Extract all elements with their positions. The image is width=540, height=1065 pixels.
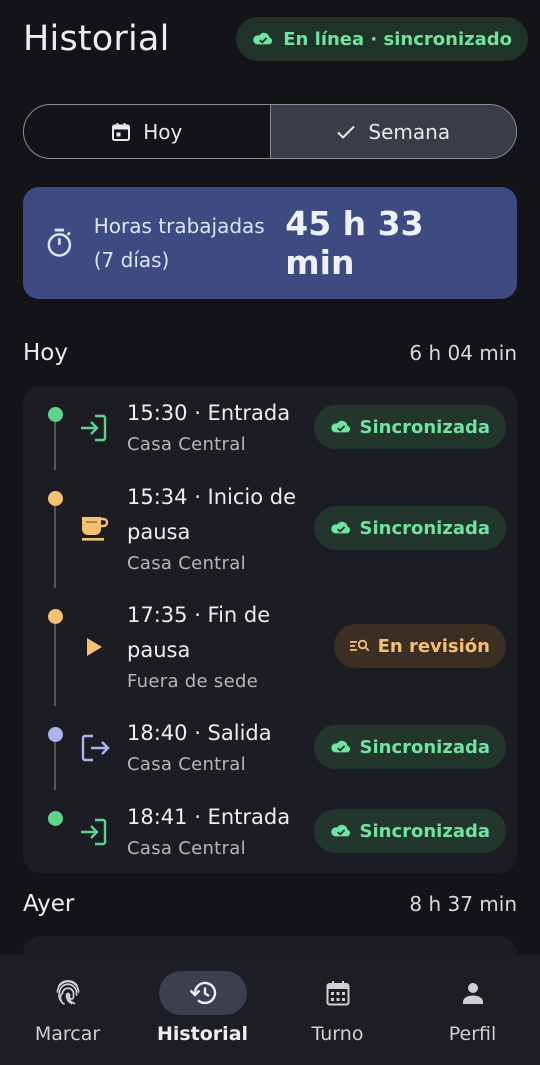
list-item[interactable]: 17:35 · Fin de pausa Fuera de sede En re…	[23, 588, 517, 706]
list-item[interactable]: 18:41 · Entrada Casa Central Sincronizad…	[23, 790, 517, 873]
section-header-today: Hoy 6 h 04 min	[23, 335, 517, 371]
nav-item-turno[interactable]: Turno	[270, 955, 405, 1065]
cloud-check-icon	[330, 420, 350, 433]
nav-item-perfil[interactable]: Perfil	[405, 955, 540, 1065]
entry-text: 17:35 · Fin de pausa Fuera de sede	[127, 598, 317, 696]
nav-label: Marcar	[34, 1023, 101, 1045]
app-header: Historial En línea · sincronizado	[23, 14, 528, 64]
section-header-yesterday: Ayer 8 h 37 min	[23, 886, 517, 922]
entry-title: 15:30 · Entrada	[127, 401, 291, 425]
hours-summary-label: Horas trabajadas (7 días)	[93, 214, 265, 272]
cloud-check-icon	[330, 824, 350, 837]
nav-label: Turno	[311, 1023, 364, 1045]
person-icon	[462, 983, 483, 1004]
section-title-today: Hoy	[23, 340, 68, 366]
status-text: Sincronizada	[359, 820, 491, 842]
cloud-check-icon	[330, 521, 350, 534]
timeline-line	[54, 624, 56, 706]
entry-location: Fuera de sede	[127, 671, 259, 692]
calendar-icon	[112, 122, 131, 141]
nav-item-marcar[interactable]: Marcar	[0, 955, 135, 1065]
entry-title: 18:40 · Salida	[127, 721, 272, 745]
history-icon	[189, 981, 216, 1005]
entry-text: 15:30 · Entrada Casa Central	[127, 396, 317, 459]
section-total-yesterday: 8 h 37 min	[409, 892, 517, 916]
review-search-icon	[349, 639, 369, 652]
entry-location: Casa Central	[127, 553, 246, 574]
section-title-yesterday: Ayer	[23, 891, 75, 917]
sync-status-text: En línea · sincronizado	[283, 28, 512, 50]
status-badge: Sincronizada	[313, 405, 506, 449]
status-text: Sincronizada	[359, 416, 491, 438]
status-badge: Sincronizada	[313, 506, 506, 550]
section-total-today: 6 h 04 min	[409, 341, 517, 365]
page-title: Historial	[23, 19, 170, 59]
timeline-dot	[48, 491, 63, 506]
entry-text: 18:40 · Salida Casa Central	[127, 716, 317, 779]
period-segmented-control: Hoy Semana	[23, 104, 517, 159]
entry-location: Casa Central	[127, 754, 246, 775]
hours-summary-card: Horas trabajadas (7 días) 45 h 33 min	[23, 187, 517, 299]
nav-item-historial[interactable]: Historial	[135, 955, 270, 1065]
entry-title: 18:41 · Entrada	[127, 805, 291, 829]
coffee-icon	[82, 517, 109, 541]
timeline-dot	[48, 811, 63, 826]
timeline-line	[54, 422, 56, 470]
list-item[interactable]: 15:30 · Entrada Casa Central Sincronizad…	[23, 386, 517, 470]
nav-icon-container	[294, 971, 382, 1015]
timer-icon	[47, 228, 72, 257]
timeline-line	[54, 742, 56, 790]
status-text: En revisión	[377, 635, 490, 657]
entry-text: 15:34 · Inicio de pausa Casa Central	[127, 480, 327, 578]
tab-semana[interactable]: Semana	[269, 105, 516, 158]
calendar-grid-icon	[326, 981, 349, 1006]
nav-icon-container	[429, 971, 517, 1015]
check-icon	[337, 125, 356, 139]
nav-icon-container	[24, 971, 112, 1015]
nav-icon-container	[158, 971, 247, 1015]
entry-title: 15:34 · Inicio de pausa	[127, 485, 297, 544]
list-item[interactable]: 18:40 · Salida Casa Central Sincronizada	[23, 706, 517, 790]
status-badge: Sincronizada	[313, 725, 506, 769]
timeline-dot	[48, 609, 63, 624]
sync-status-badge: En línea · sincronizado	[236, 17, 528, 61]
fingerprint-icon	[56, 979, 79, 1005]
login-icon	[81, 818, 107, 846]
status-text: Sincronizada	[359, 517, 491, 539]
tab-hoy[interactable]: Hoy	[24, 105, 270, 158]
timeline-dot	[48, 407, 63, 422]
login-icon	[81, 414, 107, 442]
status-badge: Sincronizada	[313, 809, 506, 853]
logout-icon	[81, 734, 110, 762]
tab-semana-label: Semana	[368, 119, 451, 144]
day-card-today: 15:30 · Entrada Casa Central Sincronizad…	[23, 386, 517, 873]
bottom-navigation: Marcar Historial Turno Perfil	[0, 955, 540, 1065]
status-text: Sincronizada	[359, 736, 491, 758]
timeline-line	[54, 506, 56, 588]
timeline-dot	[48, 727, 63, 742]
nav-label: Historial	[156, 1023, 249, 1045]
entry-title: 17:35 · Fin de pausa	[127, 603, 271, 662]
tab-hoy-label: Hoy	[143, 119, 183, 144]
entry-text: 18:41 · Entrada Casa Central	[127, 800, 317, 863]
status-badge: En revisión	[333, 624, 506, 668]
cloud-check-icon	[330, 740, 350, 753]
list-item[interactable]: 15:34 · Inicio de pausa Casa Central Sin…	[23, 470, 517, 588]
play-icon	[87, 638, 102, 656]
cloud-check-icon	[253, 32, 273, 45]
entry-location: Casa Central	[127, 434, 246, 455]
entry-location: Casa Central	[127, 838, 246, 859]
nav-label: Perfil	[448, 1023, 497, 1045]
hours-summary-value: 45 h 33 min	[285, 204, 424, 282]
